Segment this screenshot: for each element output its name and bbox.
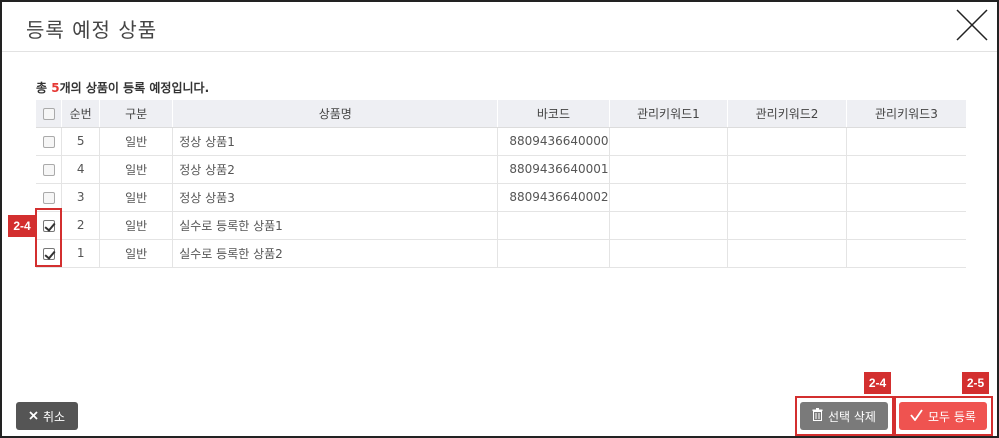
select-all-checkbox[interactable]	[42, 107, 55, 120]
summary-text: 총 5개의 상품이 등록 예정입니다.	[36, 79, 209, 96]
cell-barcode: 8809436640000	[497, 127, 610, 156]
cell-type: 일반	[99, 183, 174, 212]
table-row: 2 일반 실수로 등록한 상품1	[36, 211, 966, 240]
register-pending-dialog: 등록 예정 상품 총 5개의 상품이 등록 예정입니다. 순번 구분 상품명 바…	[0, 0, 999, 438]
cell-keyword1	[609, 127, 729, 156]
x-icon	[29, 409, 38, 423]
cell-number: 4	[61, 155, 100, 184]
annotation-tag-delete: 2-4	[864, 372, 891, 394]
cell-keyword1	[609, 211, 729, 240]
cell-product-name: 실수로 등록한 상품2	[172, 239, 499, 268]
dialog-header: 등록 예정 상품	[2, 2, 997, 52]
close-button[interactable]	[953, 6, 991, 44]
cancel-label: 취소	[42, 409, 66, 424]
header-keyword1: 관리키워드1	[609, 100, 729, 128]
table-row: 5 일반 정상 상품1 8809436640000	[36, 127, 966, 156]
cell-keyword2	[727, 127, 847, 156]
cell-product-name: 정상 상품3	[172, 183, 499, 212]
cell-product-name: 정상 상품2	[172, 155, 499, 184]
table-row: 4 일반 정상 상품2 8809436640001	[36, 155, 966, 184]
cell-type: 일반	[99, 239, 174, 268]
checkmark-icon	[910, 408, 923, 424]
row-checkbox[interactable]	[42, 135, 55, 148]
cell-number: 1	[61, 239, 100, 268]
cell-barcode: 8809436640002	[497, 183, 610, 212]
table-header-row: 순번 구분 상품명 바코드 관리키워드1 관리키워드2 관리키워드3	[36, 100, 966, 128]
cell-keyword3	[846, 183, 966, 212]
table-row: 3 일반 정상 상품3 8809436640002	[36, 183, 966, 212]
header-barcode: 바코드	[497, 100, 610, 128]
cell-keyword2	[727, 239, 847, 268]
cell-keyword2	[727, 155, 847, 184]
cell-keyword3	[846, 211, 966, 240]
cell-number: 2	[61, 211, 100, 240]
product-table: 순번 구분 상품명 바코드 관리키워드1 관리키워드2 관리키워드3 5 일반 …	[36, 100, 966, 268]
cell-number: 5	[61, 127, 100, 156]
close-x-icon	[956, 9, 988, 41]
dialog-title: 등록 예정 상품	[26, 18, 158, 42]
cell-keyword1	[609, 155, 729, 184]
annotation-tag-register: 2-5	[962, 372, 989, 394]
cell-type: 일반	[99, 211, 174, 240]
header-number: 순번	[61, 100, 100, 128]
summary-suffix: 개의 상품이 등록 예정입니다.	[59, 81, 210, 95]
cell-keyword2	[727, 183, 847, 212]
register-all-button[interactable]: 모두 등록	[899, 402, 987, 430]
header-product-name: 상품명	[172, 100, 499, 128]
cell-type: 일반	[99, 155, 174, 184]
cell-keyword3	[846, 127, 966, 156]
row-checkbox[interactable]	[42, 191, 55, 204]
header-keyword3: 관리키워드3	[846, 100, 966, 128]
cell-product-name: 실수로 등록한 상품1	[172, 211, 499, 240]
table-row: 1 일반 실수로 등록한 상품2	[36, 239, 966, 268]
row-checkbox[interactable]	[42, 163, 55, 176]
cell-product-name: 정상 상품1	[172, 127, 499, 156]
cell-type: 일반	[99, 127, 174, 156]
cell-number: 3	[61, 183, 100, 212]
cell-keyword3	[846, 239, 966, 268]
cell-barcode	[497, 239, 610, 268]
annotation-tag-checkbox: 2-4	[8, 215, 36, 237]
cell-keyword1	[609, 183, 729, 212]
trash-icon	[812, 408, 823, 424]
header-select-all[interactable]	[36, 100, 63, 128]
annotation-highlight-checkboxes	[35, 208, 62, 267]
cell-keyword3	[846, 155, 966, 184]
summary-count: 5	[51, 81, 60, 95]
register-label: 모두 등록	[928, 409, 976, 424]
cell-keyword2	[727, 211, 847, 240]
summary-prefix: 총	[36, 81, 52, 95]
cell-barcode: 8809436640001	[497, 155, 610, 184]
header-type: 구분	[99, 100, 174, 128]
cell-keyword1	[609, 239, 729, 268]
cell-barcode	[497, 211, 610, 240]
header-keyword2: 관리키워드2	[727, 100, 847, 128]
cancel-button[interactable]: 취소	[16, 402, 78, 430]
delete-label: 선택 삭제	[828, 409, 876, 424]
delete-selected-button[interactable]: 선택 삭제	[800, 402, 888, 430]
